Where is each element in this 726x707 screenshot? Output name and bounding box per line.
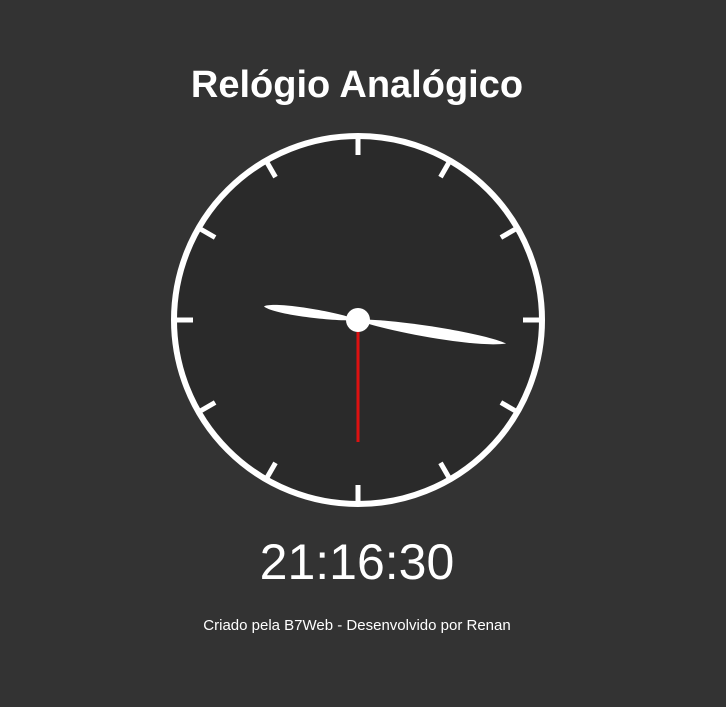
- second-hand: [356, 320, 360, 442]
- footer-credit: Criado pela B7Web - Desenvolvido por Ren…: [203, 617, 511, 634]
- app-page: Relógio Analógico 21:16:30 Criado pela B…: [0, 0, 726, 707]
- page-title: Relógio Analógico: [190, 64, 524, 106]
- digital-time: 21:16:30: [259, 534, 455, 590]
- analog-clock: [171, 133, 545, 507]
- clock-center-pin: [346, 308, 370, 332]
